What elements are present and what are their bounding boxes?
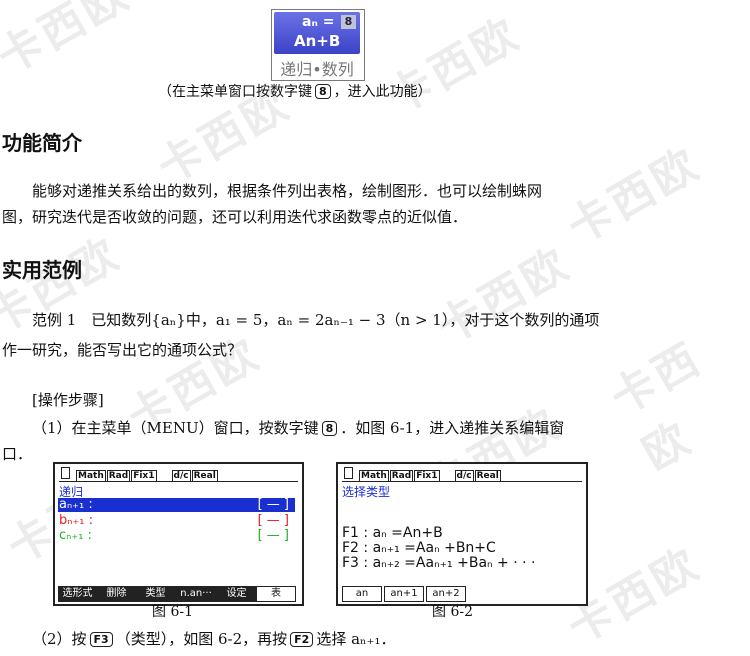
battery-icon	[344, 467, 353, 479]
step2-line: （2）按 F3 （类型），如图 6-2，再按 F2 选择 aₙ₊₁．	[32, 630, 396, 648]
section-title-examples: 实用范例	[2, 258, 82, 282]
key-8: 8	[315, 84, 331, 99]
screen-title: 选择类型	[342, 485, 391, 499]
step1-line2: 口．	[2, 445, 33, 463]
steps-heading: [操作步骤]	[32, 391, 104, 409]
figure-caption-6-1: 图 6-1	[152, 604, 193, 620]
icon-formula-line1: aₙ =	[302, 14, 335, 30]
fkey-n-an[interactable]: n.an···	[175, 586, 217, 602]
fkey-settings[interactable]: 设定	[217, 586, 256, 602]
fkey-type[interactable]: 类型	[136, 586, 175, 602]
fkey-select-form[interactable]: 选形式	[58, 586, 97, 602]
fkey-delete[interactable]: 删除	[97, 586, 136, 602]
key-8: 8	[321, 421, 338, 436]
fkey-an-plus-1[interactable]: an+1	[384, 586, 424, 602]
battery-icon	[61, 467, 70, 479]
status-bar: Math Rad Fix1 d/c Real	[344, 467, 502, 482]
calculator-screen-recursion: Math Rad Fix1 d/c Real 递归 aₙ₊₁ :[ — ] bₙ₊₁ :…	[53, 462, 304, 606]
intro-text-line2: 图，研究迭代是否收敛的问题，还可以利用迭代求函数零点的近似值．	[2, 208, 468, 226]
type-option-f1: F1 : aₙ =An+B	[342, 525, 443, 541]
type-option-f3: F3 : aₙ₊₂ =Aaₙ₊₁ +Baₙ + · · ·	[342, 555, 536, 571]
watermark: 卡西欧	[559, 137, 710, 254]
icon-formula-line2: An+B	[294, 32, 341, 50]
recursion-row-c[interactable]: cₙ₊₁ :[ — ]	[59, 528, 293, 543]
fkey-an-plus-2[interactable]: an+2	[426, 586, 466, 602]
fkey-table[interactable]: 表	[256, 586, 296, 602]
key-f3: F3	[89, 632, 113, 647]
section-title-intro: 功能简介	[2, 131, 82, 155]
fkey-an[interactable]: an	[342, 586, 382, 602]
icon-formula-panel: aₙ = An+B 8	[274, 12, 360, 54]
status-divider	[342, 481, 582, 482]
watermark: 卡西欧	[602, 332, 711, 481]
intro-note: （在主菜单窗口按数字键 8 ，进入此功能）	[158, 84, 432, 100]
example-line2: 作一研究，能否写出它的通项公式？	[2, 341, 243, 359]
type-option-f2: F2 : aₙ₊₁ =Aaₙ +Bn+C	[342, 540, 496, 556]
recursion-row-b[interactable]: bₙ₊₁ :[ — ]	[59, 513, 293, 528]
status-divider	[59, 481, 298, 482]
recursion-row-a[interactable]: aₙ₊₁ :[ — ]	[59, 497, 293, 512]
calculator-screen-select-type: Math Rad Fix1 d/c Real 选择类型 F1 : aₙ =An+B F2…	[336, 462, 588, 606]
recursion-menu-icon[interactable]: aₙ = An+B 8 递归•数列	[271, 9, 365, 81]
figure-caption-6-2: 图 6-2	[432, 604, 473, 620]
watermark: 卡西欧	[0, 0, 140, 84]
icon-number-badge: 8	[341, 15, 356, 29]
status-bar: Math Rad Fix1 d/c Real	[61, 467, 219, 482]
step1-line1: （1）在主菜单（MENU）窗口，按数字键 8 ．如图 6-1，进入递推关系编辑窗	[32, 419, 565, 437]
key-f2: F2	[290, 632, 314, 647]
watermark: 卡西欧	[429, 237, 580, 354]
example-line1: 范例 1 已知数列{aₙ}中，a₁ = 5，aₙ = 2aₙ₋₁ − 3（n >…	[32, 311, 600, 329]
